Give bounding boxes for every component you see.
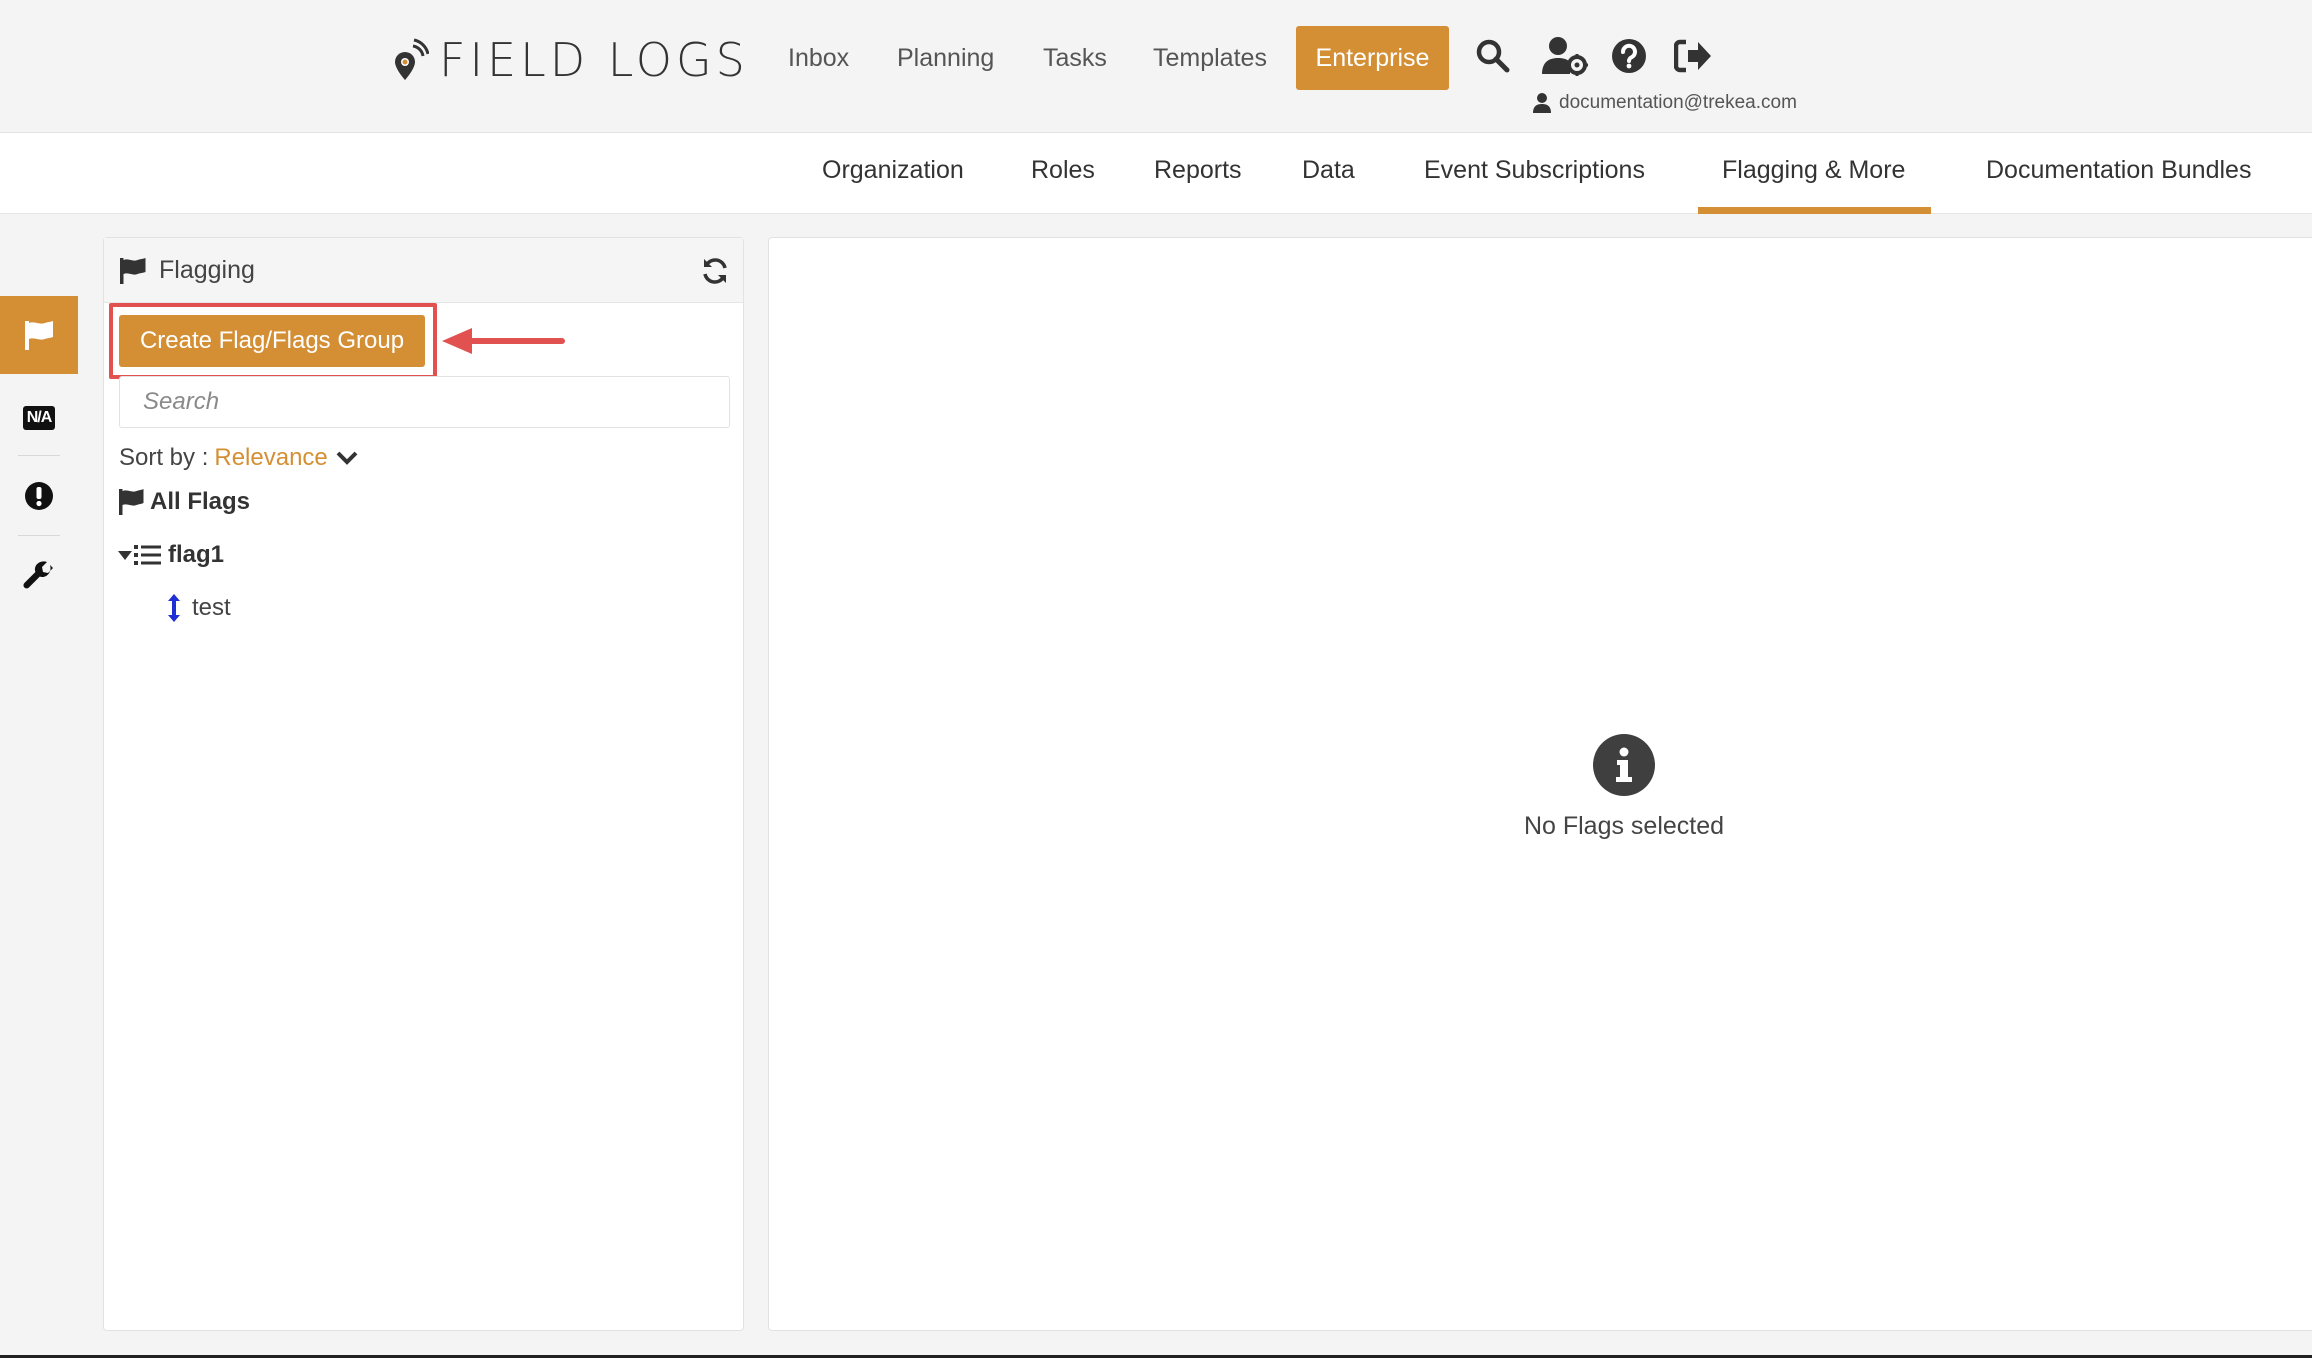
sort-control: Sort by : Relevance	[119, 440, 358, 476]
section-rail: N/A	[0, 214, 78, 1358]
tab-reports[interactable]: Reports	[1154, 133, 1242, 214]
sort-value[interactable]: Relevance	[214, 444, 327, 472]
rail-item-tools[interactable]	[0, 548, 78, 604]
tree-item-label: All Flags	[150, 488, 251, 515]
sign-out-icon[interactable]	[1669, 32, 1717, 80]
na-icon: N/A	[22, 406, 56, 430]
list-icon	[134, 545, 161, 565]
tree-item-label: test	[192, 594, 231, 621]
flag-icon	[25, 321, 53, 350]
flag-icon	[120, 258, 146, 284]
logo-pin-icon	[395, 38, 429, 80]
nav-templates[interactable]: Templates	[1153, 26, 1267, 90]
caret-down-icon[interactable]	[118, 549, 132, 561]
arrows-vertical-icon	[168, 594, 180, 622]
app-logo[interactable]: FIELD LOGS	[393, 30, 749, 90]
info-icon	[1593, 734, 1655, 796]
tab-flagging-and-more[interactable]: Flagging & More	[1722, 133, 1905, 214]
current-user: documentation@trekea.com	[1533, 92, 1797, 114]
flagging-panel-header: Flagging	[104, 238, 743, 303]
rail-item-alerts[interactable]	[0, 468, 78, 524]
active-tab-indicator	[1698, 207, 1931, 214]
panel-title: Flagging	[159, 256, 255, 284]
empty-message: No Flags selected	[1523, 812, 1725, 840]
tab-roles[interactable]: Roles	[1031, 133, 1095, 214]
search-icon[interactable]	[1469, 32, 1517, 80]
exclamation-icon	[25, 482, 53, 510]
highlight-box: Create Flag/Flags Group	[109, 303, 437, 379]
rail-item-na[interactable]: N/A	[0, 390, 78, 446]
tree-item-flag-group[interactable]: flag1	[118, 541, 224, 569]
create-flag-group-button[interactable]: Create Flag/Flags Group	[119, 315, 425, 367]
tab-event-subscriptions[interactable]: Event Subscriptions	[1424, 133, 1645, 214]
nav-tasks[interactable]: Tasks	[1043, 26, 1107, 90]
user-email: documentation@trekea.com	[1559, 92, 1797, 113]
flag-icon	[119, 489, 144, 515]
nav-enterprise[interactable]: Enterprise	[1296, 26, 1449, 90]
user-icon	[1533, 93, 1551, 113]
nav-planning[interactable]: Planning	[897, 26, 994, 90]
annotation-arrow-icon	[442, 328, 565, 354]
rail-divider	[18, 455, 60, 456]
chevron-down-icon[interactable]	[336, 450, 358, 466]
tree-item-label: flag1	[168, 541, 225, 568]
top-header: FIELD LOGS Inbox Planning Tasks Template…	[0, 0, 2312, 133]
flag-details-panel: No Flags selected	[768, 237, 2312, 1331]
sort-label: Sort by :	[119, 444, 209, 471]
tree-item-flag[interactable]: test	[166, 594, 231, 622]
help-icon[interactable]	[1605, 32, 1653, 80]
brand-name: FIELD LOGS	[439, 33, 749, 87]
tab-documentation-bundles[interactable]: Documentation Bundles	[1986, 133, 2251, 214]
user-settings-icon[interactable]	[1541, 32, 1589, 80]
refresh-icon[interactable]	[700, 256, 730, 286]
rail-item-flags[interactable]	[0, 296, 78, 374]
flagging-panel: Flagging Create Flag/Flags Group Sort by…	[103, 237, 744, 1331]
rail-divider	[18, 535, 60, 536]
tab-organization[interactable]: Organization	[822, 133, 964, 214]
wrench-icon	[23, 561, 53, 589]
tree-item-all-flags[interactable]: All Flags	[118, 488, 250, 516]
nav-inbox[interactable]: Inbox	[788, 26, 849, 90]
search-input[interactable]	[119, 376, 730, 428]
tab-data[interactable]: Data	[1302, 133, 1355, 214]
sub-nav: Organization Roles Reports Data Event Su…	[0, 133, 2312, 214]
